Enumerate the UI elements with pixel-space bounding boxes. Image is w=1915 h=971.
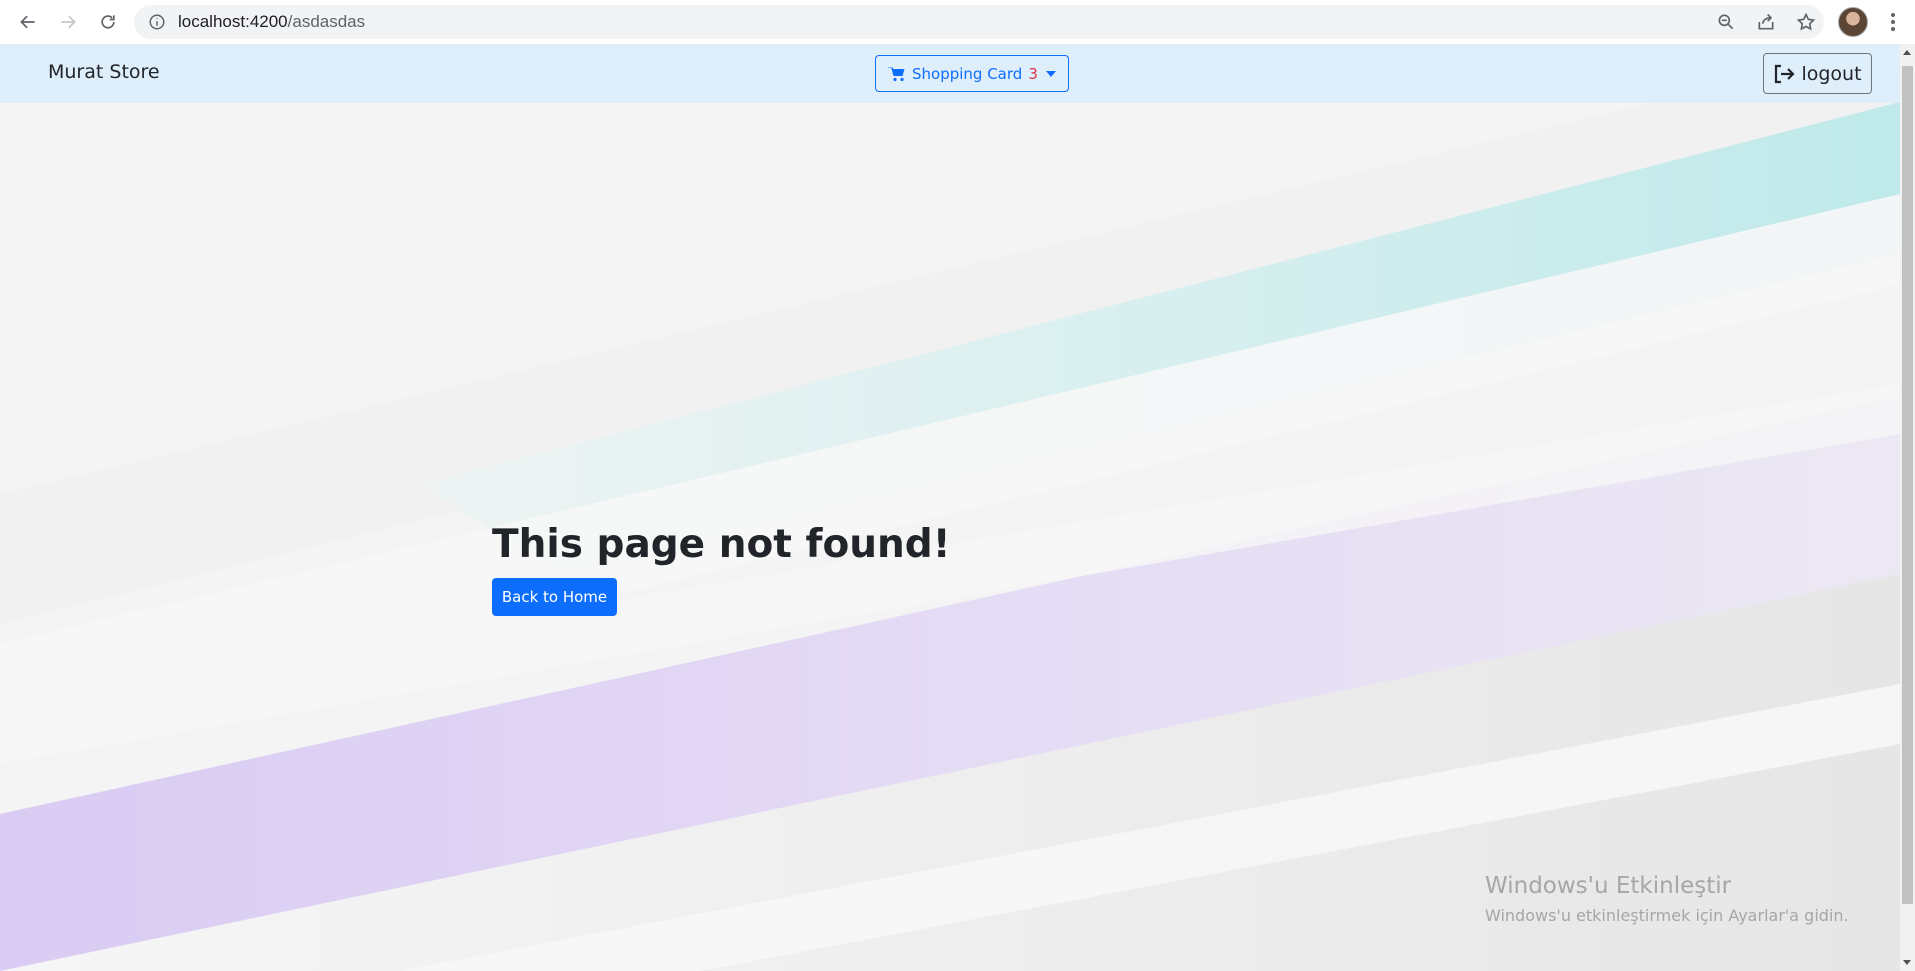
cart-count-badge: 3 — [1028, 64, 1038, 83]
menu-kebab-icon[interactable] — [1882, 9, 1904, 35]
chevron-down-icon — [1045, 70, 1056, 77]
forward-icon[interactable] — [48, 2, 88, 42]
share-icon[interactable] — [1756, 12, 1776, 32]
background-stripes — [0, 44, 1900, 971]
logout-button[interactable]: logout — [1763, 53, 1872, 94]
reload-icon[interactable] — [88, 2, 128, 42]
address-bar[interactable]: localhost:4200/asdasdas — [134, 5, 1824, 39]
back-icon[interactable] — [8, 2, 48, 42]
info-icon[interactable] — [148, 13, 166, 31]
scroll-thumb[interactable] — [1902, 66, 1913, 904]
windows-activation-title: Windows'u Etkinleştir — [1485, 873, 1732, 899]
logout-icon — [1775, 64, 1796, 83]
windows-activation-subtitle: Windows'u etkinleştirmek için Ayarlar'a … — [1485, 906, 1849, 925]
profile-avatar[interactable] — [1838, 7, 1868, 37]
browser-toolbar: localhost:4200/asdasdas — [0, 0, 1915, 44]
cart-label: Shopping Card — [912, 64, 1023, 83]
scroll-down-arrow-icon[interactable] — [1903, 960, 1911, 965]
shopping-cart-dropdown[interactable]: Shopping Card 3 — [875, 55, 1069, 92]
url-text[interactable]: localhost:4200/asdasdas — [178, 12, 365, 32]
page-viewport: Murat Store Shopping Card 3 logout This … — [0, 44, 1900, 971]
zoom-icon[interactable] — [1716, 12, 1736, 32]
scroll-up-arrow-icon[interactable] — [1903, 50, 1911, 55]
bookmark-star-icon[interactable] — [1796, 12, 1816, 32]
cart-icon — [888, 66, 905, 81]
vertical-scrollbar[interactable] — [1900, 44, 1915, 971]
url-path: /asdasdas — [287, 12, 366, 31]
brand-link[interactable]: Murat Store — [48, 61, 160, 83]
page-title: This page not found! — [492, 522, 951, 567]
url-host: localhost:4200 — [178, 12, 288, 31]
back-to-home-button[interactable]: Back to Home — [492, 578, 617, 616]
top-navbar: Murat Store Shopping Card 3 logout — [0, 44, 1900, 103]
logout-label: logout — [1801, 62, 1862, 85]
